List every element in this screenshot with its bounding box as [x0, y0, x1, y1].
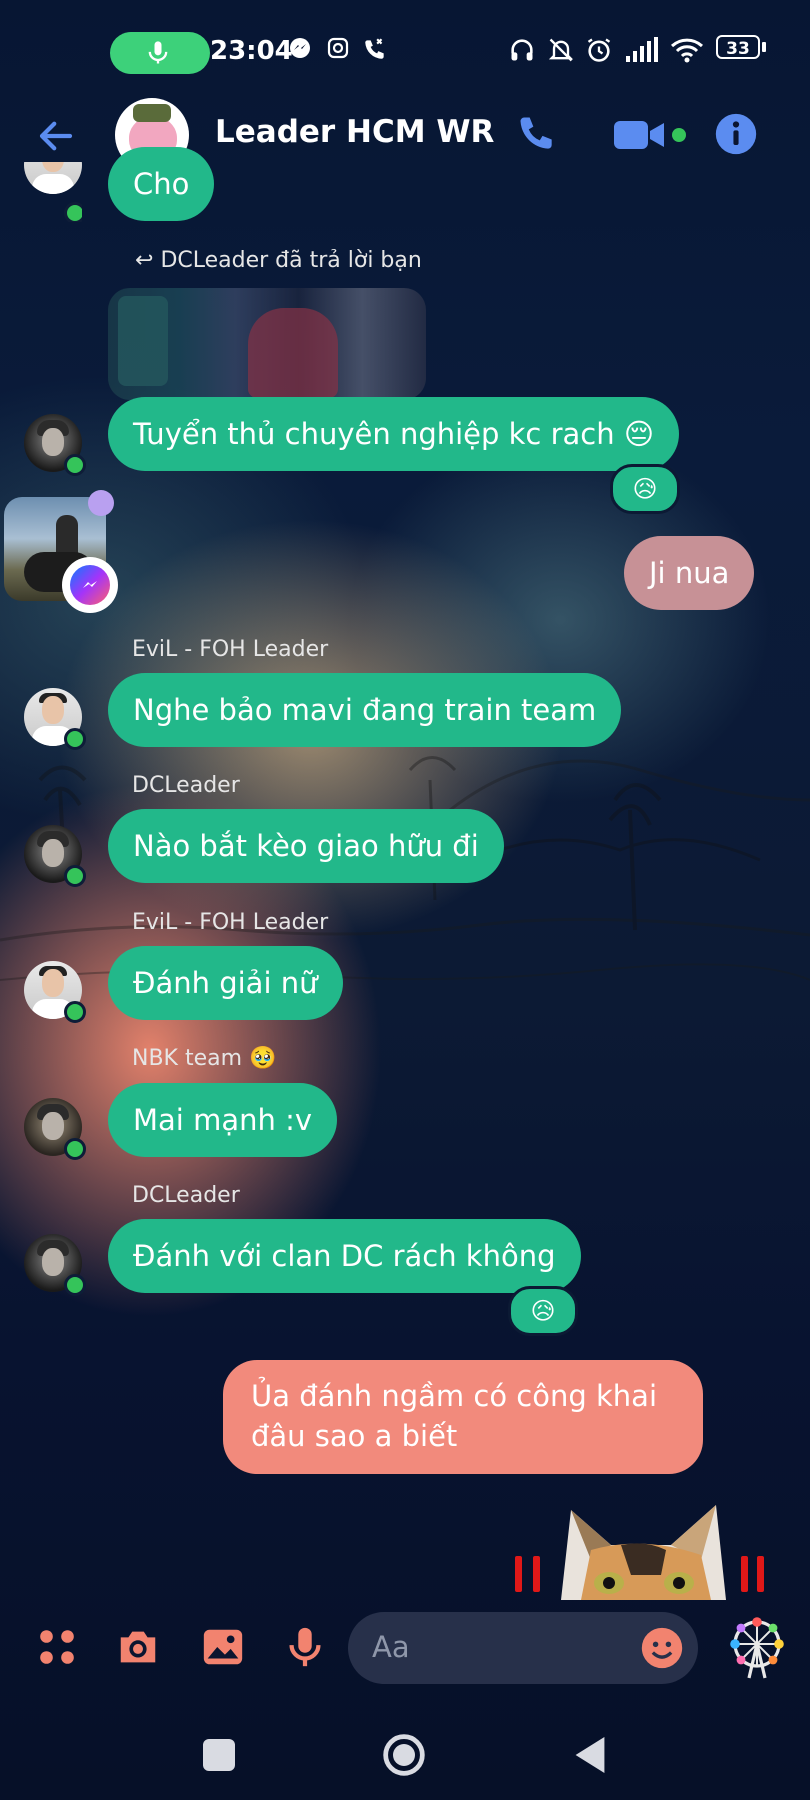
sender-name: DCLeader — [132, 773, 240, 798]
recents-button[interactable] — [203, 1739, 235, 1771]
online-dot — [64, 728, 86, 750]
replied-image-preview[interactable] — [108, 288, 426, 400]
avatar-nbk-team[interactable] — [24, 1098, 86, 1160]
camera-icon[interactable] — [114, 1624, 162, 1670]
battery-indicator: 33 — [716, 35, 760, 59]
back-arrow-icon[interactable] — [35, 115, 77, 157]
message-bubble[interactable]: Nghe bảo mavi đang train team — [108, 673, 622, 747]
status-time: 23:04 — [210, 36, 293, 66]
reply-note-text: DCLeader đã trả lời bạn — [160, 248, 422, 273]
active-call-pill[interactable] — [110, 32, 210, 74]
headphones-icon — [511, 39, 533, 61]
online-dot — [64, 1001, 86, 1023]
alarm-icon — [587, 38, 611, 62]
online-dot — [64, 202, 82, 222]
reply-note: ↩ DCLeader đã trả lời bạn — [135, 248, 422, 273]
emoji-icon[interactable] — [640, 1626, 684, 1670]
message-bubble[interactable]: Mai mạnh :v — [108, 1083, 337, 1157]
sender-name: EviL - FOH Leader — [132, 637, 329, 662]
cat-sticker[interactable] — [515, 1500, 765, 1600]
sender-name: DCLeader — [132, 1183, 240, 1208]
apps-icon[interactable] — [36, 1626, 78, 1668]
message-text: Tuyển thủ chuyên nghiệp kc rach 😔 — [133, 417, 655, 451]
chat-title[interactable]: Leader HCM WR — [215, 114, 494, 150]
message-input-placeholder: Aa — [372, 1630, 410, 1664]
avatar-evil[interactable] — [24, 961, 86, 1023]
reply-arrow-icon: ↩ — [135, 248, 154, 273]
wifi-icon — [670, 38, 704, 63]
avatar-evil-partial[interactable] — [24, 162, 82, 222]
video-camera-icon[interactable] — [612, 115, 668, 155]
message-text: Ủa đánh ngầm có công khai đâu sao a biết — [251, 1379, 657, 1453]
image-icon[interactable] — [200, 1624, 246, 1670]
message-bubble[interactable]: Nào bắt kèo giao hữu đi — [108, 809, 504, 883]
video-active-dot — [672, 128, 686, 142]
message-bubble[interactable]: Tuyển thủ chuyên nghiệp kc rach 😔 — [108, 397, 680, 471]
online-dot — [64, 454, 86, 476]
message-text: Đánh với clan DC rách không — [133, 1239, 556, 1273]
game-panel-image — [118, 296, 168, 386]
online-dot — [64, 1274, 86, 1296]
phone-icon[interactable] — [515, 112, 559, 156]
avatar-dcleader[interactable] — [24, 825, 86, 887]
message-text: Cho — [133, 167, 190, 201]
avatar-dcleader[interactable] — [24, 414, 86, 476]
message-text: Đánh giải nữ — [133, 966, 318, 1000]
sender-name: NBK team 🥹 — [132, 1046, 277, 1071]
message-bubble[interactable]: Đánh giải nữ — [108, 946, 343, 1020]
message-bubble-partial[interactable]: Cho — [108, 147, 215, 221]
message-bubble[interactable]: Đánh với clan DC rách không — [108, 1219, 581, 1293]
messenger-badge — [62, 557, 118, 613]
bell-off-icon — [548, 38, 574, 62]
avatar-dcleader[interactable] — [24, 1234, 86, 1296]
online-dot — [64, 1138, 86, 1160]
messenger-notification-icon — [290, 38, 310, 58]
avatar-evil[interactable] — [24, 688, 86, 750]
missed-call-icon — [365, 38, 384, 59]
microphone-icon[interactable] — [282, 1624, 328, 1670]
message-text: Nào bắt kèo giao hữu đi — [133, 829, 479, 863]
reaction-badge[interactable]: 😥 — [610, 464, 680, 514]
messenger-logo-icon — [70, 565, 110, 605]
message-text: Mai mạnh :v — [133, 1103, 312, 1137]
sender-name: EviL - FOH Leader — [132, 910, 329, 935]
online-dot — [64, 865, 86, 887]
game-hero-image — [248, 308, 338, 398]
avatar — [24, 162, 82, 194]
avatar-hat-image — [133, 104, 171, 122]
system-navigation-bar — [0, 1720, 810, 1790]
back-button[interactable] — [572, 1735, 608, 1775]
ferris-wheel-sticker-icon[interactable] — [724, 1616, 790, 1680]
message-text: Ji nua — [649, 556, 730, 590]
message-bubble-outgoing[interactable]: Ủa đánh ngầm có công khai đâu sao a biết — [223, 1360, 703, 1474]
message-bubble-outgoing[interactable]: Ji nua — [624, 536, 755, 610]
battery-tip — [762, 42, 766, 52]
home-button[interactable] — [382, 1733, 426, 1777]
info-icon[interactable] — [714, 112, 758, 156]
message-text: Nghe bảo mavi đang train team — [133, 693, 597, 727]
cat-face-image — [561, 1505, 726, 1600]
instagram-notification-icon — [327, 37, 349, 59]
reaction-badge[interactable]: 😥 — [508, 1286, 578, 1336]
message-input[interactable]: Aa — [348, 1612, 698, 1684]
status-bar: 23:04 33 — [0, 24, 810, 80]
signal-icon — [626, 37, 658, 62]
message-composer: Aa — [0, 1610, 810, 1690]
unread-dot — [88, 490, 114, 516]
microphone-icon — [148, 41, 168, 64]
clip-edge — [0, 180, 810, 182]
